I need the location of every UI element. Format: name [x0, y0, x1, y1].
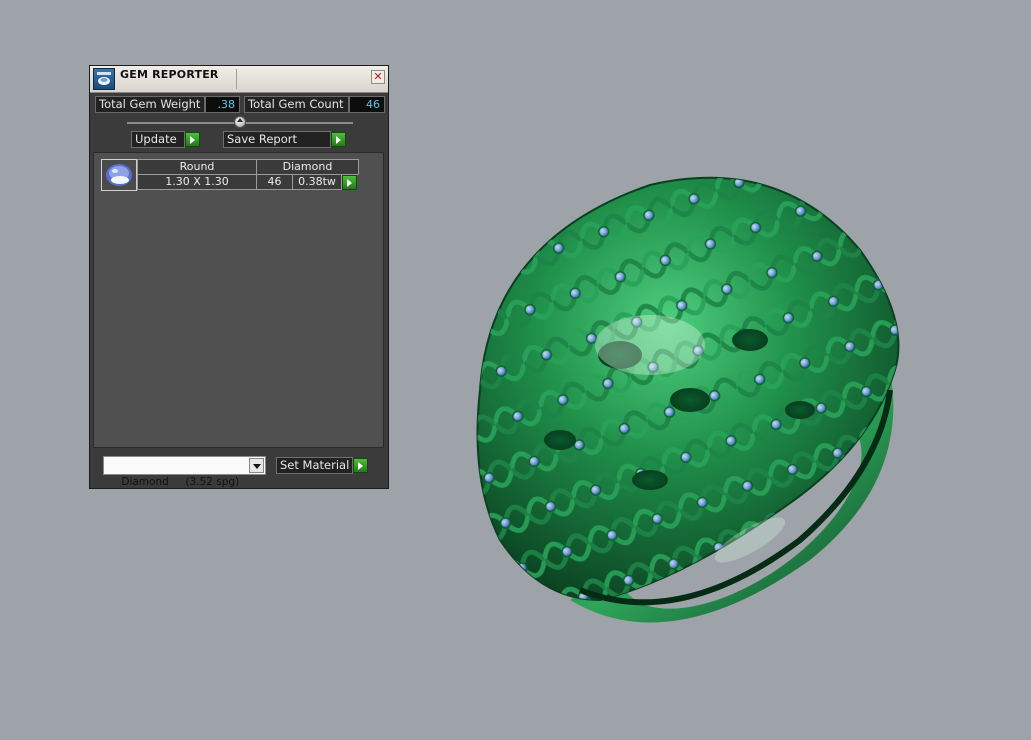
update-button[interactable]: Update [131, 131, 185, 148]
dropdown-arrow-icon[interactable] [249, 458, 264, 473]
title-bar[interactable]: GEM REPORTER ✕ [90, 66, 388, 93]
title-divider [236, 69, 237, 89]
gem-cut-header: Round [137, 159, 257, 175]
gem-count-cell: 46 [256, 174, 293, 190]
total-gem-weight-label: Total Gem Weight [95, 96, 205, 113]
total-gem-count-label: Total Gem Count [244, 96, 349, 113]
gem-list: Round Diamond 1.30 X 1.30 46 0.38tw [93, 152, 384, 448]
gem-type-header: Diamond [256, 159, 359, 175]
arrow-right-icon[interactable] [331, 132, 346, 147]
material-selected-value: Diamond (3.52 spg) [121, 476, 240, 488]
arrow-right-icon[interactable] [185, 132, 200, 147]
ring-3d-render[interactable] [450, 160, 920, 650]
close-icon[interactable]: ✕ [371, 70, 385, 84]
arrow-right-icon[interactable] [353, 458, 368, 473]
window-title: GEM REPORTER [120, 68, 219, 81]
slider-knob-icon[interactable] [234, 116, 246, 128]
material-dropdown[interactable]: Diamond (3.52 spg) [103, 456, 266, 488]
gem-reporter-panel: GEM REPORTER ✕ Total Gem Weight .38 Tota… [89, 65, 389, 489]
arrow-right-icon[interactable] [342, 175, 357, 190]
round-gem-icon[interactable] [101, 159, 137, 191]
gem-size-cell: 1.30 X 1.30 [137, 174, 257, 190]
save-report-button[interactable]: Save Report [223, 131, 331, 148]
total-gem-weight-value: .38 [205, 96, 240, 113]
gem-reporter-app-icon [93, 68, 115, 90]
gem-weight-cell: 0.38tw [292, 174, 342, 190]
set-material-button[interactable]: Set Material [276, 457, 353, 474]
total-gem-count-value: 46 [349, 96, 385, 113]
